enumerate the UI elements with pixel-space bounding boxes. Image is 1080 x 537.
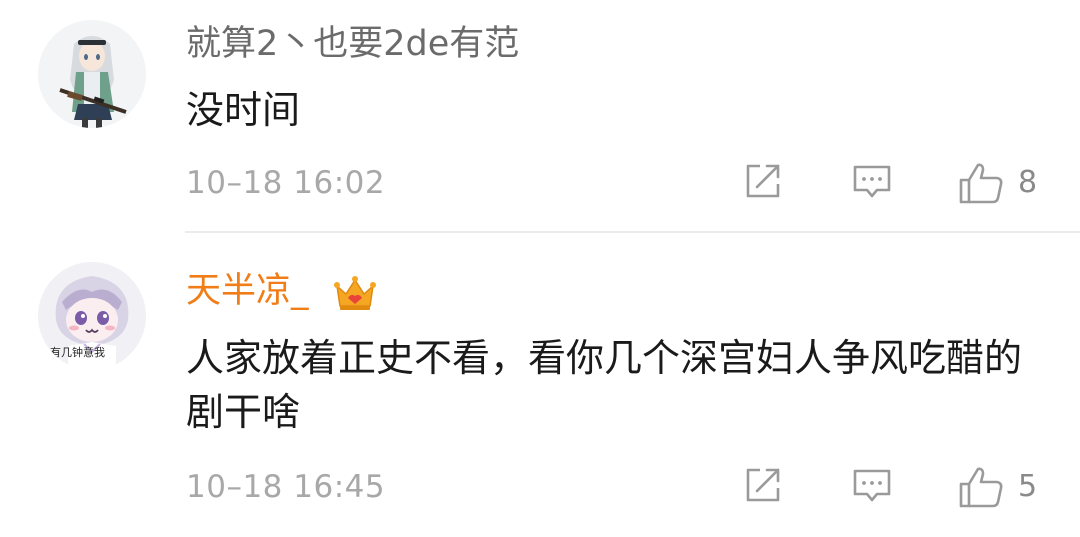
reply-icon <box>853 165 891 198</box>
comment-item: 有几钟意我 天半凉_ 人家放着正史不看，看你几个深宫妇人争风吃醋的剧干啥 10–… <box>0 233 1080 537</box>
comment-text: 人家放着正史不看，看你几个深宫妇人争风吃醋的剧干啥 <box>186 336 1023 434</box>
avatar[interactable]: 有几钟意我 <box>38 262 146 370</box>
like-button[interactable]: 8 <box>958 161 1037 205</box>
share-button[interactable] <box>743 465 783 505</box>
timestamp: 10–18 16:45 <box>186 469 386 505</box>
reply-icon <box>853 469 891 502</box>
anime-girl-with-rifle-avatar-icon <box>38 20 146 128</box>
share-button[interactable] <box>743 161 783 201</box>
thumbs-up-icon <box>959 467 1003 508</box>
like-count: 8 <box>1018 165 1038 200</box>
timestamp: 10–18 16:02 <box>186 165 386 201</box>
like-button[interactable]: 5 <box>958 465 1037 509</box>
like-count: 5 <box>1018 469 1038 504</box>
avatar[interactable] <box>38 20 146 128</box>
avatar-caption: 有几钟意我 <box>50 346 105 359</box>
thumbs-up-icon <box>959 163 1003 204</box>
crown-icon <box>334 276 376 310</box>
share-icon <box>746 164 780 198</box>
reply-button[interactable] <box>851 161 893 201</box>
username[interactable]: 就算2丶也要2de有范 <box>186 22 519 66</box>
comment-item: 就算2丶也要2de有范 没时间 10–18 16:02 8 <box>0 0 1080 233</box>
crown-badge[interactable] <box>333 274 377 312</box>
reply-button[interactable] <box>851 465 893 505</box>
username[interactable]: 天半凉_ <box>186 269 309 313</box>
share-icon <box>746 468 780 502</box>
comment-text: 没时间 <box>186 88 301 132</box>
